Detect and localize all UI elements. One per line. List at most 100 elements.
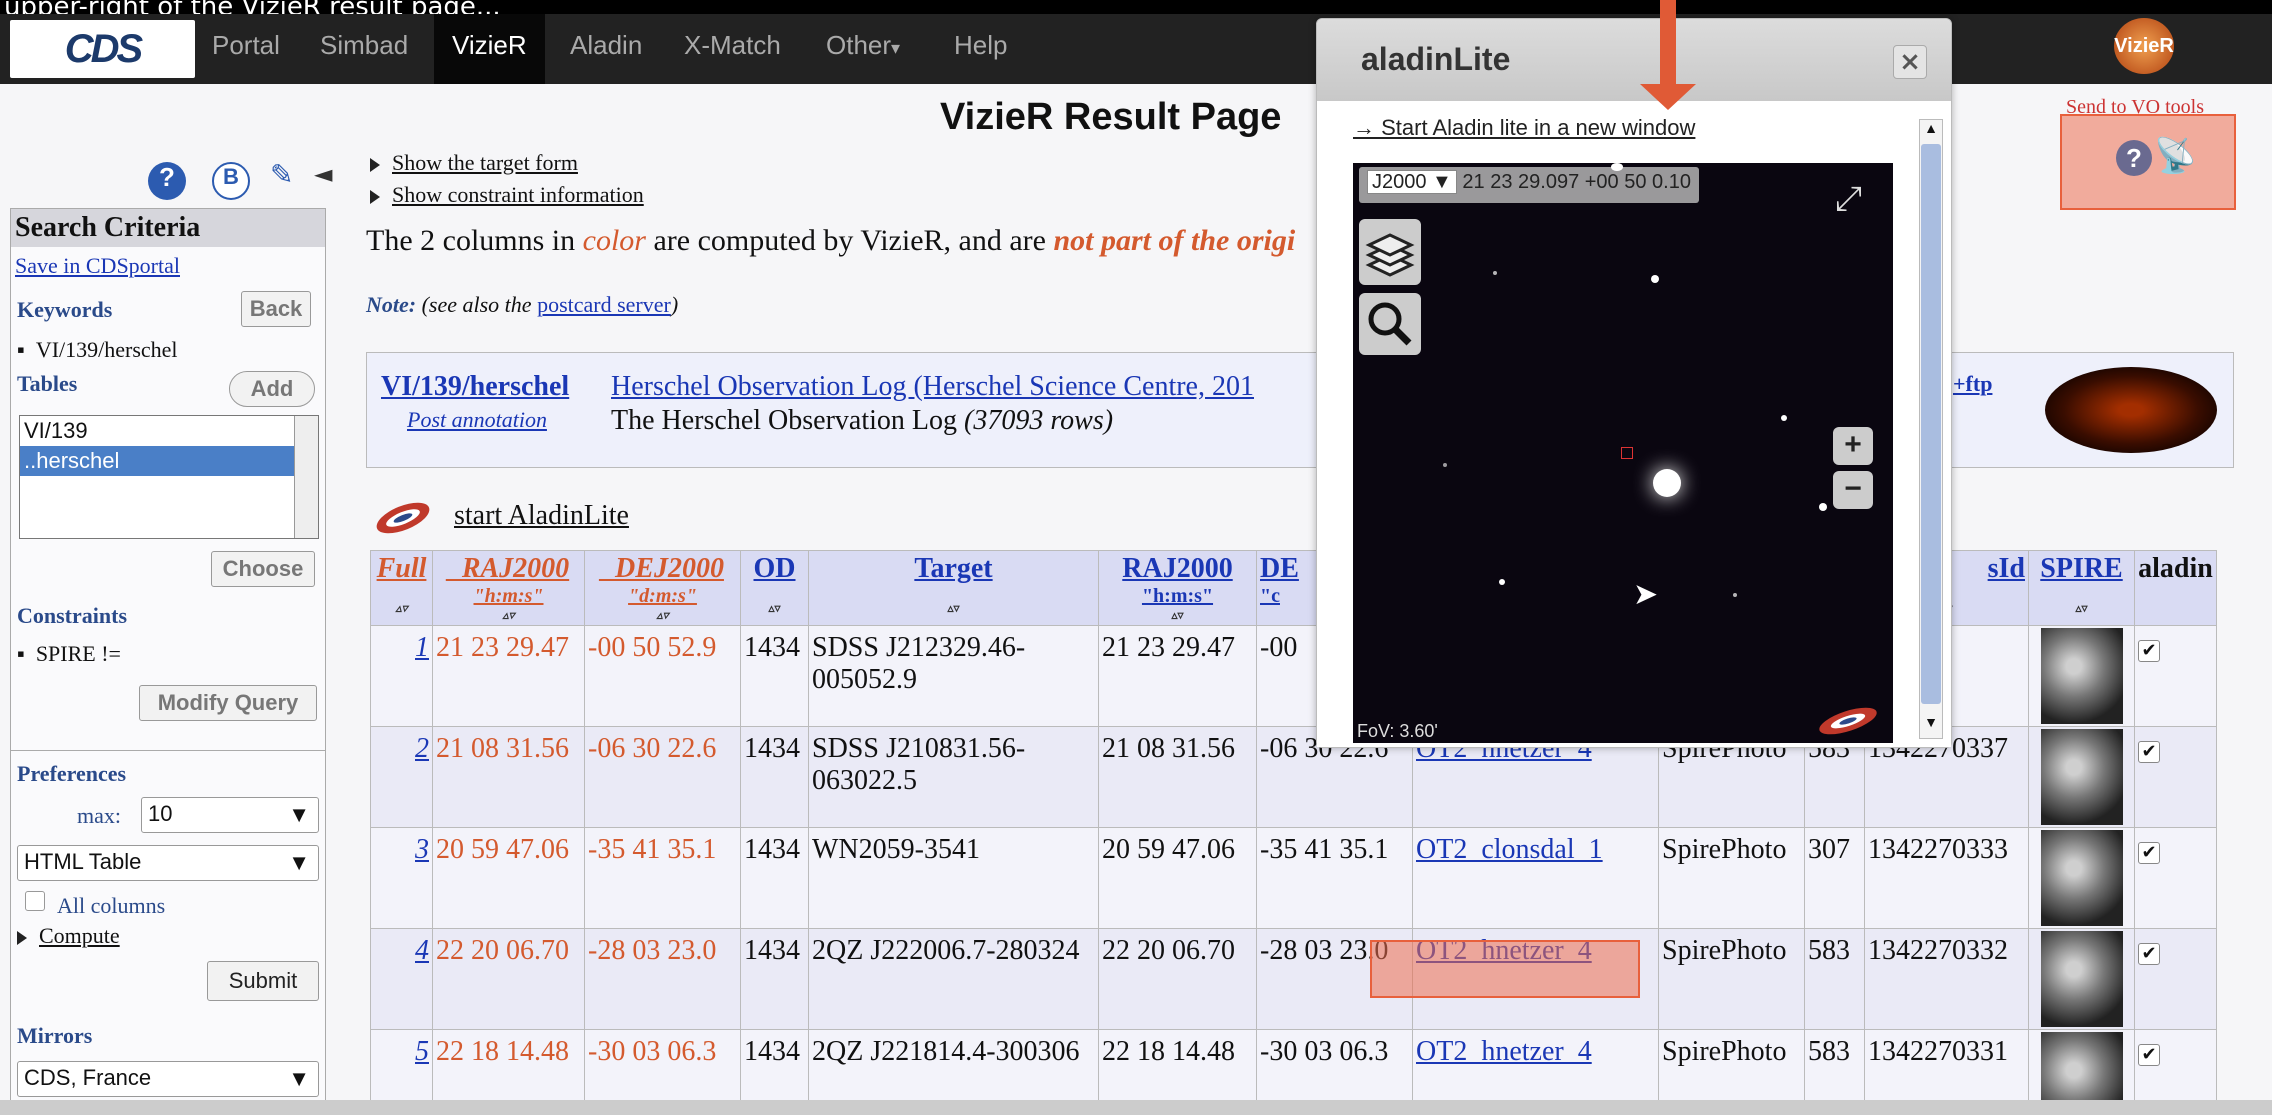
show-constraint-link[interactable]: Show constraint information bbox=[392, 182, 644, 207]
row-number-link[interactable]: 2 bbox=[415, 733, 429, 764]
catalog-id-link[interactable]: VI/139/herschel bbox=[381, 371, 569, 403]
nav-portal[interactable]: Portal bbox=[212, 14, 280, 84]
nav-help[interactable]: Help bbox=[954, 14, 1007, 84]
submit-button[interactable]: Submit bbox=[207, 961, 319, 1001]
col-raj-computed[interactable]: _RAJ2000 "h:m:s" ▵▿ bbox=[432, 550, 585, 626]
sky-coverage-thumbnail[interactable] bbox=[2045, 367, 2217, 453]
dej-computed-cell: -30 03 06.3 bbox=[588, 1036, 717, 1067]
nav-other[interactable]: Other▾ bbox=[826, 14, 900, 84]
sort-icon[interactable]: ▵▿ bbox=[744, 601, 805, 616]
aladin-checkbox[interactable]: ✔ bbox=[2138, 741, 2160, 763]
show-target-form-toggle[interactable]: Show the target form bbox=[370, 150, 578, 176]
col-spire[interactable]: SPIRE ▵▿ bbox=[2028, 550, 2135, 626]
spire-map-thumbnail[interactable] bbox=[2040, 931, 2123, 1027]
sort-icon[interactable]: ▵▿ bbox=[1102, 608, 1253, 623]
show-constraint-toggle[interactable]: Show constraint information bbox=[370, 182, 644, 208]
back-button[interactable]: Back bbox=[241, 291, 311, 327]
dialog-scrollbar[interactable]: ▲ ▼ bbox=[1919, 119, 1943, 739]
col-od[interactable]: OD ▵▿ bbox=[740, 550, 809, 626]
sort-icon[interactable]: ▵▿ bbox=[2032, 601, 2131, 616]
sort-icon[interactable]: ▵▿ bbox=[812, 601, 1095, 616]
row-number-cell: 2 bbox=[370, 726, 433, 828]
pin-icon[interactable]: ✎ bbox=[270, 158, 293, 191]
aladin-logo-icon[interactable] bbox=[372, 494, 434, 542]
spire-map-thumbnail[interactable] bbox=[2040, 628, 2123, 724]
help-icon[interactable]: ? bbox=[148, 162, 186, 200]
nav-simbad[interactable]: Simbad bbox=[320, 14, 408, 84]
collapse-sidebar-icon[interactable]: ◄ bbox=[314, 160, 332, 188]
close-icon[interactable]: × bbox=[1893, 45, 1927, 79]
sky-view[interactable]: J2000 ▼ 21 23 29.097 +00 50 0.10 ⤢ + − ➤ bbox=[1353, 163, 1893, 743]
col-raj[interactable]: RAJ2000 "h:m:s" ▵▿ bbox=[1098, 550, 1257, 626]
search-icon[interactable] bbox=[1359, 293, 1421, 355]
layers-icon[interactable] bbox=[1359, 219, 1421, 285]
postcard-server-link[interactable]: postcard server bbox=[537, 292, 671, 317]
sort-icon[interactable]: ▵▿ bbox=[588, 608, 737, 623]
satellite-dish-icon[interactable]: 📡 bbox=[2154, 136, 2196, 176]
sort-icon[interactable]: ▵▿ bbox=[436, 608, 581, 623]
col-full-label: Full bbox=[376, 553, 427, 584]
col-od-label: OD bbox=[753, 553, 796, 584]
nav-aladin[interactable]: Aladin bbox=[570, 14, 642, 84]
table-option[interactable]: VI/139 bbox=[20, 416, 318, 446]
col-dej-computed[interactable]: _DEJ2000 "d:m:s" ▵▿ bbox=[584, 550, 741, 626]
row-number-link[interactable]: 3 bbox=[415, 834, 429, 865]
fullscreen-icon[interactable]: ⤢ bbox=[1835, 179, 1862, 219]
frame-select[interactable]: J2000 ▼ bbox=[1367, 170, 1457, 194]
start-new-window-link[interactable]: → Start Aladin lite in a new window bbox=[1353, 115, 1695, 141]
save-in-cdsportal-link[interactable]: Save in CDSportal bbox=[15, 253, 180, 279]
scrollbar-thumb[interactable] bbox=[1921, 144, 1941, 704]
nav-vizier[interactable]: VizieR bbox=[434, 14, 545, 84]
aladin-checkbox[interactable]: ✔ bbox=[2138, 640, 2160, 662]
spire-map-thumbnail[interactable] bbox=[2040, 830, 2123, 926]
star bbox=[1651, 275, 1659, 283]
catalog-title-link[interactable]: Herschel Observation Log (Herschel Scien… bbox=[611, 371, 1254, 403]
listbox-scrollbar[interactable] bbox=[294, 416, 318, 538]
sort-icon[interactable]: ▵▿ bbox=[374, 601, 429, 616]
row-number-link[interactable]: 5 bbox=[415, 1036, 429, 1067]
start-aladinlite-link[interactable]: start AladinLite bbox=[454, 500, 629, 532]
od-cell: 1434 bbox=[744, 733, 800, 764]
max-select[interactable]: 10 ▼ bbox=[141, 797, 319, 833]
note-label: Note: bbox=[366, 292, 417, 317]
choose-button[interactable]: Choose bbox=[211, 551, 315, 587]
proposal-link[interactable]: OT2_clonsdal_1 bbox=[1416, 834, 1603, 865]
show-target-form-link[interactable]: Show the target form bbox=[392, 150, 578, 175]
zoom-out-button[interactable]: − bbox=[1833, 471, 1873, 509]
od-cell: 1434 bbox=[740, 928, 809, 1030]
nav-xmatch[interactable]: X-Match bbox=[684, 14, 781, 84]
all-columns-checkbox[interactable] bbox=[25, 891, 45, 911]
col-target[interactable]: Target ▵▿ bbox=[808, 550, 1099, 626]
proposal-link[interactable]: OT2_hnetzer_4 bbox=[1416, 1036, 1592, 1067]
aladin-checkbox[interactable]: ✔ bbox=[2138, 943, 2160, 965]
aladinlite-titlebar[interactable]: aladinLite × bbox=[1317, 19, 1951, 101]
spire-map-thumbnail[interactable] bbox=[2040, 729, 2123, 825]
row-number-link[interactable]: 4 bbox=[415, 935, 429, 966]
scroll-up-icon[interactable]: ▲ bbox=[1921, 122, 1941, 142]
aladin-checkbox[interactable]: ✔ bbox=[2138, 842, 2160, 864]
expand-triangle-icon bbox=[370, 157, 380, 172]
aladinlite-dialog[interactable]: aladinLite × → Start Aladin lite in a ne… bbox=[1316, 18, 1952, 748]
proposal-link-highlight bbox=[1370, 940, 1640, 998]
modify-query-button[interactable]: Modify Query bbox=[139, 685, 317, 721]
post-annotation-link[interactable]: Post annotation bbox=[407, 407, 547, 433]
ftp-link[interactable]: +ftp bbox=[1953, 371, 1992, 397]
add-button[interactable]: Add bbox=[229, 371, 315, 407]
cds-logo[interactable]: CDS bbox=[10, 20, 195, 78]
format-select[interactable]: HTML Table ▼ bbox=[17, 845, 319, 881]
table-option-selected[interactable]: ..herschel bbox=[20, 446, 318, 476]
zoom-in-button[interactable]: + bbox=[1833, 427, 1873, 465]
mirror-select[interactable]: CDS, France ▼ bbox=[17, 1061, 319, 1097]
row-number-link[interactable]: 1 bbox=[415, 632, 429, 663]
bookmark-icon[interactable]: B bbox=[212, 162, 250, 200]
compute-toggle[interactable]: Compute bbox=[17, 923, 120, 949]
dropdown-arrow-icon: ▼ bbox=[288, 850, 310, 875]
chevron-down-icon: ▾ bbox=[891, 38, 901, 58]
col-full[interactable]: Full ▵▿ bbox=[370, 550, 433, 626]
scroll-down-icon[interactable]: ▼ bbox=[1921, 716, 1941, 736]
vizier-logo[interactable]: VizieR bbox=[2114, 18, 2174, 74]
tutorial-caption: upper-right of the VizieR result page... bbox=[0, 0, 2272, 14]
tables-listbox[interactable]: VI/139 ..herschel bbox=[19, 415, 319, 539]
aladin-checkbox[interactable]: ✔ bbox=[2138, 1044, 2160, 1066]
help-icon[interactable]: ? bbox=[2116, 140, 2152, 176]
